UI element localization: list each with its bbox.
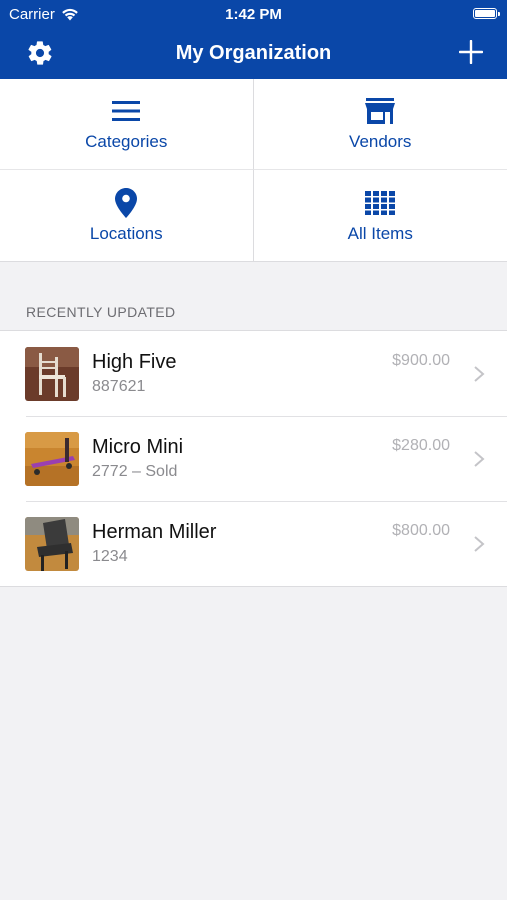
section-header-recently-updated: RECENTLY UPDATED	[26, 304, 176, 320]
grid-icon	[365, 190, 396, 215]
status-bar: Carrier 1:42 PM	[0, 0, 507, 28]
navigation-bar: My Organization	[0, 28, 507, 79]
item-thumbnail	[25, 346, 79, 401]
locations-label: Locations	[89, 223, 163, 243]
list-item[interactable]: High Five 887621 $900.00	[0, 331, 507, 416]
categories-tile[interactable]: Categories	[0, 79, 254, 170]
gear-icon[interactable]	[26, 39, 54, 67]
store-icon	[365, 98, 396, 124]
chevron-right-icon	[474, 366, 485, 382]
battery-icon	[473, 8, 500, 19]
top-bar: Carrier 1:42 PM My Organization	[0, 0, 507, 79]
status-time: 1:42 PM	[225, 6, 282, 23]
location-pin-icon	[115, 187, 138, 218]
item-thumbnail	[25, 431, 79, 486]
page-title: My Organization	[175, 42, 332, 64]
menu-icon	[112, 101, 141, 121]
locations-tile[interactable]: Locations	[0, 170, 254, 261]
chevron-right-icon	[474, 451, 485, 467]
chevron-right-icon	[474, 536, 485, 552]
vendors-tile[interactable]: Vendors	[253, 79, 507, 170]
all-items-label: All Items	[347, 223, 413, 243]
recent-items-list: High Five 887621 $900.00 Micro Mini 2772…	[0, 330, 507, 587]
all-items-tile[interactable]: All Items	[254, 170, 507, 261]
item-subtitle: 2772 – Sold	[92, 463, 178, 480]
item-thumbnail	[25, 516, 79, 571]
shortcut-grid: Categories Vendors Locations All Items	[0, 79, 507, 262]
plus-icon[interactable]	[459, 40, 483, 64]
categories-label: Categories	[85, 132, 168, 151]
vendors-label: Vendors	[349, 132, 412, 151]
item-subtitle: 1234	[92, 548, 128, 565]
list-item[interactable]: Micro Mini 2772 – Sold $280.00	[0, 416, 507, 501]
item-price: $280.00	[392, 437, 450, 454]
item-price: $800.00	[392, 522, 450, 539]
item-price: $900.00	[392, 352, 450, 369]
item-subtitle: 887621	[92, 378, 146, 395]
list-item[interactable]: Herman Miller 1234 $800.00	[0, 501, 507, 586]
